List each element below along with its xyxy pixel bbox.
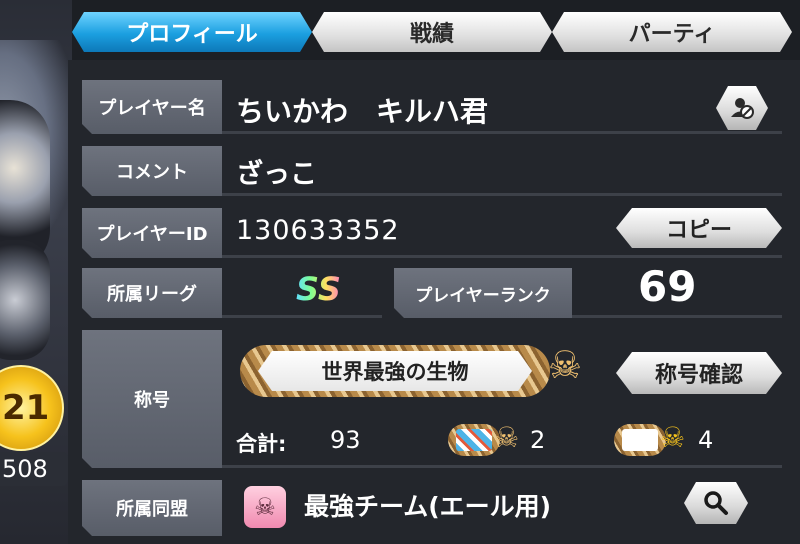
rank-label: プレイヤーランク [394,268,572,318]
comment-label: コメント [82,146,222,196]
player-name: ちいかわ キルハ君 [236,95,489,128]
title-name: 世界最強の生物 [258,351,532,391]
tab-bar: プロフィール 戦績 パーティ [72,12,792,56]
alliance-search-button[interactable] [684,482,748,524]
special-title-icon [448,424,500,456]
league-ss-icon: SS [296,270,341,308]
player-rank: 69 [638,262,697,311]
medal-number: 21 [2,388,50,428]
skull-crossbones-icon: ☠ [548,343,583,387]
divider [222,131,782,134]
player-id: 130633352 [236,215,400,246]
character-art: 21 508 [0,0,72,544]
level-number: 508 [2,455,48,483]
league-label: 所属リーグ [82,268,222,318]
alliance-name: 最強チーム(エール用) [304,492,552,521]
comment-text: ざっこ [236,159,317,190]
title-label: 称号 [82,330,222,468]
divider [222,465,782,468]
total-label: 合計: [236,432,287,456]
tab-profile[interactable]: プロフィール [72,12,312,52]
divider [222,193,782,196]
search-icon [704,491,728,515]
title-banner: 世界最強の生物 [240,345,550,397]
skull-title-count: 4 [698,426,714,454]
special-title-count: 2 [530,426,546,454]
divider [222,315,382,318]
player-name-label: プレイヤー名 [82,80,222,134]
player-id-label: プレイヤーID [82,208,222,258]
skull-icon: ☠ [494,421,520,454]
copy-button[interactable]: コピー [616,208,782,248]
skull-title-icon [614,424,666,456]
alliance-flag-icon: ☠ [244,486,286,528]
character-body [0,240,50,360]
gold-skull-icon: ☠ [660,421,686,454]
total-count: 93 [330,426,361,454]
block-user-icon [731,98,754,119]
tab-party[interactable]: パーティ [552,12,792,52]
tab-record[interactable]: 戦績 [312,12,552,52]
alliance-label: 所属同盟 [82,480,222,536]
divider [222,255,782,258]
title-confirm-button[interactable]: 称号確認 [616,352,782,394]
divider [572,315,782,318]
